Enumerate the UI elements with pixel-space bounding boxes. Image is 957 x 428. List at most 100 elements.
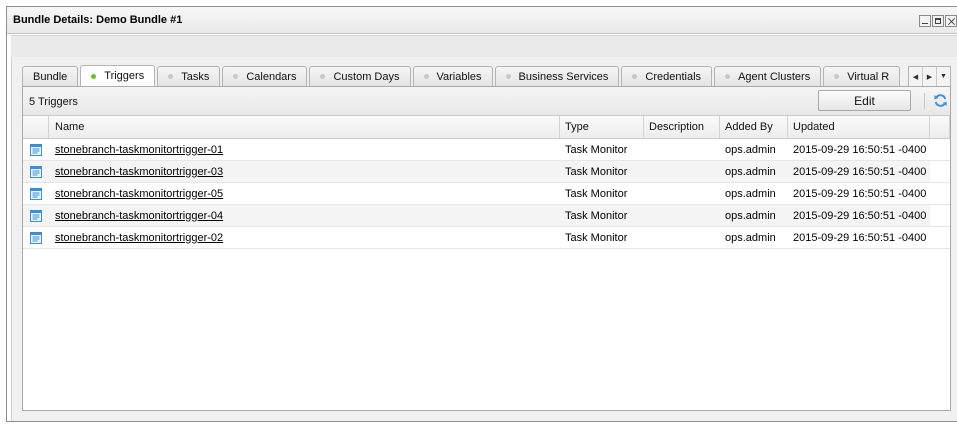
tab-status-dot-icon: [834, 74, 840, 79]
column-header-added-by[interactable]: Added By: [720, 116, 788, 138]
tab-business-services[interactable]: Business Services: [494, 66, 620, 86]
close-button[interactable]: [945, 15, 957, 27]
trigger-document-icon: [23, 227, 49, 248]
tab-tasks[interactable]: Tasks: [157, 66, 221, 86]
tab-label: Variables: [436, 70, 482, 83]
trigger-name-link[interactable]: stonebranch-taskmonitortrigger-05: [55, 188, 223, 200]
table-row[interactable]: stonebranch-taskmonitortrigger-04 Task Mo…: [23, 205, 950, 227]
cell-description: [644, 183, 720, 204]
cell-added-by: ops.admin: [725, 187, 776, 200]
cell-updated: 2015-09-29 16:50:51 -0400: [793, 209, 927, 222]
cell-description: [644, 139, 720, 160]
tab-agent-clusters[interactable]: Agent Clusters: [714, 66, 822, 86]
tab-status-dot-icon: [725, 74, 731, 79]
tab-custom-days[interactable]: Custom Days: [309, 66, 411, 86]
table-header: Name Type Description Added By Updated: [23, 116, 950, 139]
tab-bundle[interactable]: Bundle: [22, 66, 79, 86]
refresh-icon[interactable]: [933, 93, 948, 108]
tab-calendars[interactable]: Calendars: [222, 66, 308, 86]
cell-added-by: ops.admin: [725, 143, 776, 156]
tab-status-dot-icon: [91, 73, 97, 79]
tab-label: Virtual R: [847, 70, 890, 83]
column-header-name[interactable]: Name: [49, 116, 560, 138]
chevron-down-icon[interactable]: ▼: [937, 67, 950, 86]
chevron-left-icon[interactable]: ◀: [909, 67, 923, 86]
chevron-right-icon[interactable]: ▶: [923, 67, 937, 86]
cell-description: [644, 205, 720, 226]
tab-bar: Bundle Triggers Tasks Calendars Custom Days V…: [22, 65, 951, 86]
cell-type: Task Monitor: [565, 187, 628, 200]
cell-name: stonebranch-taskmonitortrigger-03: [49, 161, 560, 182]
trigger-document-icon: [23, 183, 49, 204]
window-controls: [919, 15, 957, 27]
tab-label: Business Services: [518, 70, 609, 83]
cell-name: stonebranch-taskmonitortrigger-02: [49, 227, 560, 248]
tab-credentials[interactable]: Credentials: [621, 66, 713, 86]
tab-label: Triggers: [104, 70, 145, 82]
trigger-name-link[interactable]: stonebranch-taskmonitortrigger-01: [55, 144, 223, 156]
tab-status-dot-icon: [320, 74, 326, 79]
bundle-details-window: Bundle Details: Demo Bundle #1 Bundle Tri…: [6, 6, 957, 422]
column-header-filler: [930, 116, 950, 138]
window-toolbar-strip: [11, 35, 957, 58]
cell-filler: [930, 139, 950, 160]
tab-status-dot-icon: [233, 74, 239, 79]
cell-updated: 2015-09-29 16:50:51 -0400: [793, 187, 927, 200]
tab-status-dot-icon: [423, 74, 429, 79]
tab-triggers[interactable]: Triggers: [80, 65, 156, 86]
triggers-panel: 5 Triggers Edit Name Type Description Ad…: [22, 86, 951, 411]
cell-filler: [930, 227, 950, 248]
cell-type: Task Monitor: [565, 165, 628, 178]
maximize-button[interactable]: [932, 15, 944, 27]
cell-description: [644, 227, 720, 248]
triggers-count-label: 5 Triggers: [29, 96, 78, 108]
table-row[interactable]: stonebranch-taskmonitortrigger-03 Task Mo…: [23, 161, 950, 183]
edit-button[interactable]: Edit: [818, 90, 911, 111]
panel-header: 5 Triggers Edit: [23, 87, 950, 116]
cell-filler: [930, 183, 950, 204]
table-body: stonebranch-taskmonitortrigger-01 Task Mo…: [23, 139, 950, 249]
window-titlebar[interactable]: Bundle Details: Demo Bundle #1: [7, 7, 957, 34]
cell-filler: [930, 161, 950, 182]
cell-type: Task Monitor: [565, 209, 628, 222]
table-row[interactable]: stonebranch-taskmonitortrigger-05 Task Mo…: [23, 183, 950, 205]
column-header-type[interactable]: Type: [560, 116, 644, 138]
trigger-name-link[interactable]: stonebranch-taskmonitortrigger-03: [55, 166, 223, 178]
cell-updated: 2015-09-29 16:50:51 -0400: [793, 165, 927, 178]
cell-type: Task Monitor: [565, 231, 628, 244]
cell-name: stonebranch-taskmonitortrigger-05: [49, 183, 560, 204]
trigger-name-link[interactable]: stonebranch-taskmonitortrigger-04: [55, 210, 223, 222]
trigger-name-link[interactable]: stonebranch-taskmonitortrigger-02: [55, 232, 223, 244]
tab-label: Credentials: [645, 70, 702, 83]
minimize-button[interactable]: [919, 15, 931, 27]
column-header-icon: [23, 116, 49, 138]
tab-virtual-r[interactable]: Virtual R: [823, 66, 901, 86]
table-row[interactable]: stonebranch-taskmonitortrigger-01 Task Mo…: [23, 139, 950, 161]
column-header-description[interactable]: Description: [644, 116, 720, 138]
tab-label: Calendars: [246, 70, 297, 83]
tab-status-dot-icon: [505, 74, 511, 79]
cell-name: stonebranch-taskmonitortrigger-01: [49, 139, 560, 160]
column-header-updated[interactable]: Updated: [788, 116, 930, 138]
tab-label: Custom Days: [333, 70, 400, 83]
tab-status-dot-icon: [168, 74, 174, 79]
cell-added-by: ops.admin: [725, 165, 776, 178]
cell-updated: 2015-09-29 16:50:51 -0400: [793, 143, 927, 156]
trigger-document-icon: [23, 205, 49, 226]
window-title: Bundle Details: Demo Bundle #1: [13, 14, 183, 26]
triggers-table: Name Type Description Added By Updated s…: [23, 116, 950, 249]
table-row[interactable]: stonebranch-taskmonitortrigger-02 Task Mo…: [23, 227, 950, 249]
tab-variables[interactable]: Variables: [412, 66, 493, 86]
tab-label: Bundle: [33, 70, 68, 83]
cell-name: stonebranch-taskmonitortrigger-04: [49, 205, 560, 226]
content-frame: Bundle Triggers Tasks Calendars Custom Days V…: [11, 57, 957, 421]
cell-filler: [930, 205, 950, 226]
tab-status-dot-icon: [632, 74, 638, 79]
trigger-document-icon: [23, 139, 49, 160]
toolbar-separator: [924, 93, 925, 109]
cell-added-by: ops.admin: [725, 231, 776, 244]
tab-label: Tasks: [181, 70, 210, 83]
cell-added-by: ops.admin: [725, 209, 776, 222]
cell-updated: 2015-09-29 16:50:51 -0400: [793, 231, 927, 244]
trigger-document-icon: [23, 161, 49, 182]
